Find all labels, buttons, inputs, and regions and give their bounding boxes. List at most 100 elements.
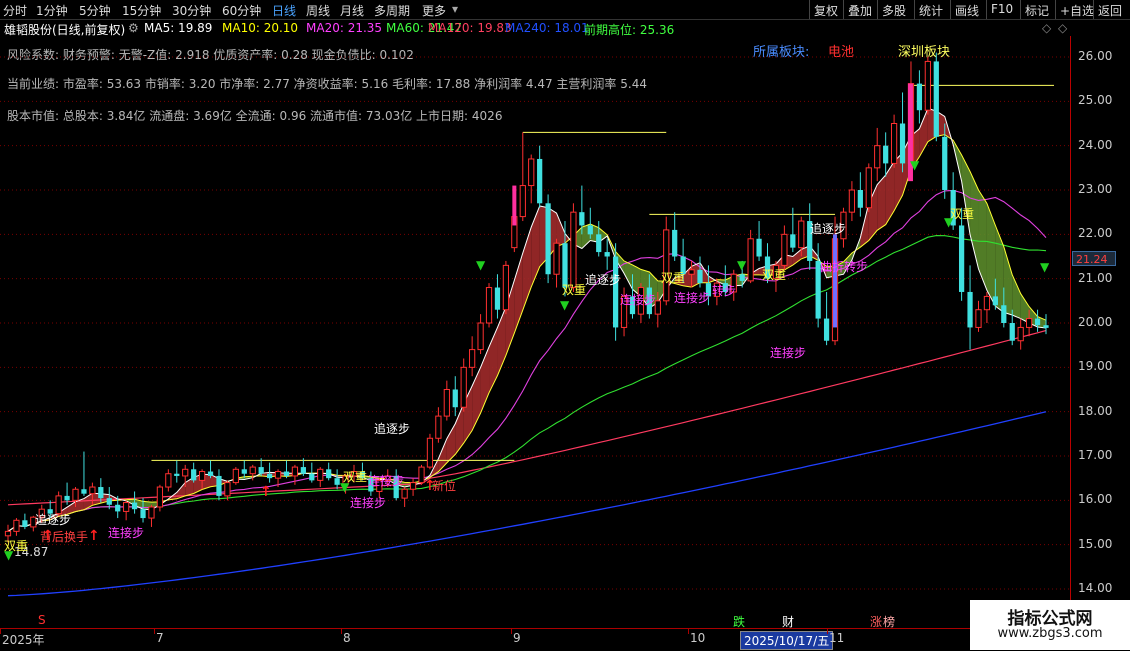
candle-body	[427, 438, 432, 467]
candle-body	[571, 212, 576, 287]
ma-ribbon-segment	[987, 203, 995, 306]
sell-arrow-icon: ▼	[910, 158, 919, 172]
x-axis-tick	[154, 629, 155, 634]
x-axis-tick	[341, 629, 342, 634]
event-marker[interactable]: 榜	[883, 613, 895, 630]
y-tick-label: 18.00	[1078, 404, 1112, 418]
candle-body	[98, 487, 103, 498]
candle-body	[579, 212, 584, 225]
candle-body	[461, 367, 466, 407]
signal-label: 追逐步	[585, 271, 621, 288]
candle-body	[81, 489, 86, 493]
f10-button[interactable]: F10	[986, 0, 1017, 19]
candle-body	[934, 61, 939, 136]
ma5-value: MA5: 19.89	[144, 21, 212, 35]
draw-button[interactable]: 画线	[950, 0, 983, 19]
buy-arrow-icon: ↑	[88, 528, 100, 544]
period-tab-intraday[interactable]: 分时	[3, 2, 27, 19]
y-tick-label: 24.00	[1078, 138, 1112, 152]
settings-gear-icon[interactable]: ⚙	[128, 21, 139, 35]
period-tab-multi[interactable]: 多周期	[374, 2, 410, 19]
y-tick-label: 15.00	[1078, 537, 1112, 551]
candle-body	[925, 61, 930, 110]
period-tab-monthly[interactable]: 月线	[340, 2, 364, 19]
candle-body	[14, 520, 19, 531]
period-tab-30min[interactable]: 30分钟	[172, 2, 211, 19]
adjust-button[interactable]: 复权	[809, 0, 842, 19]
candle-body	[174, 474, 179, 476]
candle-body	[596, 234, 601, 252]
period-tab-60min[interactable]: 60分钟	[222, 2, 261, 19]
x-axis-label: 10	[690, 631, 705, 645]
candle-body	[191, 469, 196, 480]
candle-body	[554, 243, 559, 274]
ma-ribbon-segment	[447, 424, 455, 463]
mark-button[interactable]: 标记	[1020, 0, 1053, 19]
sell-arrow-icon: ▼	[476, 258, 485, 272]
candle-body	[199, 472, 204, 481]
candle-body	[664, 230, 669, 301]
more-chevron-icon[interactable]: ▾	[452, 2, 458, 16]
overlay-button[interactable]: 叠加	[843, 0, 876, 19]
x-axis-tick	[0, 629, 1, 634]
candle-body	[748, 239, 753, 281]
candle-body	[436, 416, 441, 438]
candle-body	[529, 159, 534, 186]
collapse-icon[interactable]: ◇	[1058, 21, 1067, 35]
date-cursor-box: 2025/10/17/五	[740, 631, 833, 650]
stats-button[interactable]: 统计	[914, 0, 947, 19]
signal-label: 双重	[762, 266, 786, 283]
event-marker[interactable]: S	[38, 613, 46, 627]
expand-icon[interactable]: ◇	[1042, 21, 1051, 35]
candle-body	[292, 467, 297, 476]
candle-body	[756, 239, 761, 257]
multi-stock-button[interactable]: 多股	[877, 0, 910, 19]
candle-body	[90, 487, 95, 494]
buy-arrow-icon: ↑	[42, 528, 54, 544]
ma10-value: MA10: 20.10	[222, 21, 298, 35]
candle-body	[216, 476, 221, 496]
signal-label: 连接步	[368, 472, 404, 489]
candle-body	[672, 230, 677, 257]
event-marker[interactable]: 涨	[870, 613, 882, 630]
period-tab-weekly[interactable]: 周线	[306, 2, 330, 19]
candle-body	[208, 472, 213, 476]
period-tab-15min[interactable]: 15分钟	[122, 2, 161, 19]
signal-bar	[512, 186, 516, 226]
signal-label: 双重	[562, 281, 586, 298]
add-watchlist-button[interactable]: +自选	[1055, 0, 1098, 19]
buy-arrow-icon: ↑	[424, 478, 436, 494]
candle-body	[917, 84, 922, 111]
period-tab-more[interactable]: 更多	[422, 2, 446, 19]
candle-body	[5, 531, 10, 535]
candle-body	[959, 225, 964, 292]
candle-body	[503, 265, 508, 309]
candle-body	[115, 505, 120, 512]
sell-arrow-icon: ▼	[4, 548, 13, 562]
period-tab-5min[interactable]: 5分钟	[79, 2, 111, 19]
candle-body	[942, 137, 947, 190]
candle-body	[900, 124, 905, 164]
candle-body	[402, 489, 407, 498]
x-axis-tick	[511, 629, 512, 634]
y-axis-line	[1070, 36, 1071, 626]
signal-label: 追逐步	[374, 420, 410, 437]
watermark-url: www.zbgs3.com	[970, 626, 1130, 641]
y-tick-label: 26.00	[1078, 49, 1112, 63]
ma-ribbon-segment	[793, 249, 801, 265]
event-marker[interactable]: 跌	[733, 613, 745, 630]
candle-body	[267, 474, 272, 478]
candle-body	[790, 234, 795, 247]
candle-body	[149, 507, 154, 518]
candle-body	[410, 483, 415, 490]
signal-bar	[833, 234, 837, 327]
watermark: 指标公式网 www.zbgs3.com	[970, 600, 1130, 650]
period-tab-daily[interactable]: 日线	[272, 2, 296, 19]
period-tab-1min[interactable]: 1分钟	[36, 2, 68, 19]
ma-ribbon-segment	[531, 206, 539, 287]
candle-body	[183, 469, 188, 476]
back-button[interactable]: 返回	[1093, 0, 1126, 19]
y-tick-label: 20.00	[1078, 315, 1112, 329]
candle-body	[849, 190, 854, 212]
event-marker[interactable]: 财	[782, 613, 794, 630]
